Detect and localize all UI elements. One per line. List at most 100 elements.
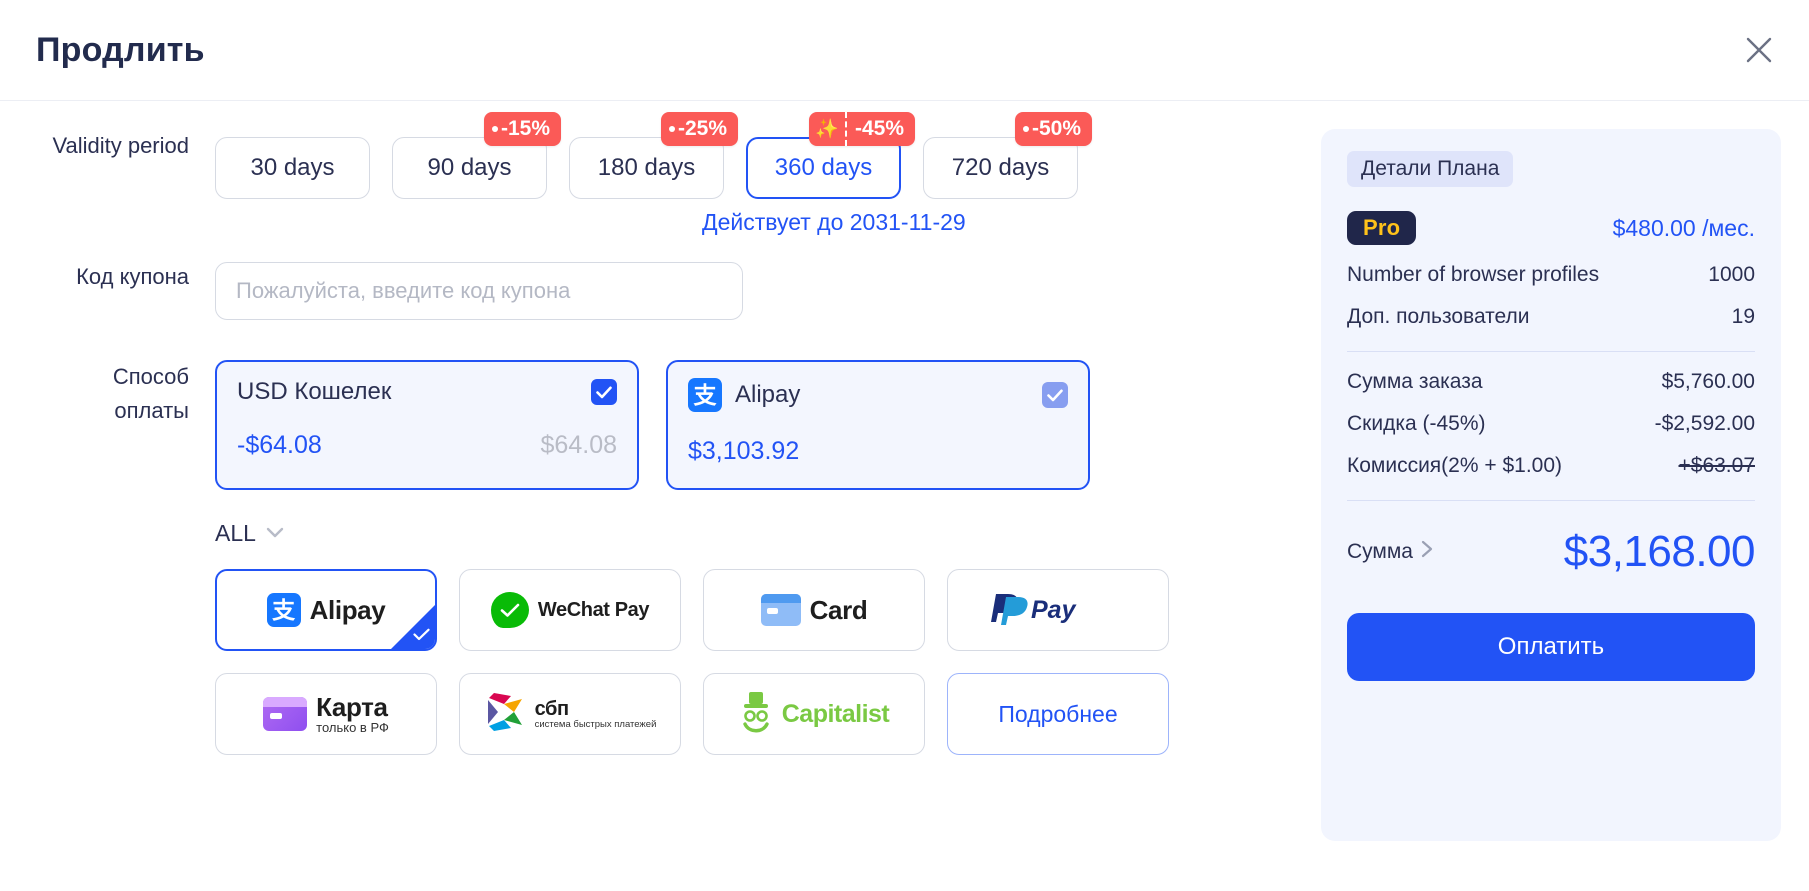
period-label: 360 days (774, 154, 873, 181)
discount-badge: ✨ -45% (808, 112, 915, 146)
plan-details-chip: Детали Плана (1347, 151, 1514, 187)
sbp-icon (484, 690, 526, 739)
payment-source-alipay[interactable]: 支 Alipay $3,103.92 (666, 360, 1090, 490)
payment-source-balance: $64.08 (540, 431, 617, 459)
chevron-down-icon (266, 525, 284, 543)
chevron-right-icon[interactable] (1421, 540, 1433, 564)
modal-body: Validity period 30 days 90 days -15% 180… (0, 101, 1809, 891)
provider-wechat-pay[interactable]: WeChat Pay (459, 569, 681, 651)
provider-karta[interactable]: Карта только в РФ (215, 673, 437, 755)
feature-row: Number of browser profiles 1000 (1347, 263, 1755, 287)
plan-badge: Pro (1347, 211, 1417, 245)
payment-method-label: Способ оплаты (0, 360, 215, 755)
period-option-360-days[interactable]: 360 days (746, 137, 901, 199)
payment-source-checkbox[interactable] (591, 379, 617, 405)
alipay-icon: 支 (266, 593, 301, 627)
plan-row: Pro $480.00 /мес. (1347, 211, 1755, 245)
page-title: Продлить (36, 30, 205, 69)
total-label: Сумма (1347, 540, 1413, 563)
provider-sublabel: только в РФ (316, 719, 389, 735)
summary-label: Комиссия(2% + $1.00) (1347, 454, 1563, 477)
period-option-wrapper: 30 days (215, 137, 370, 199)
payment-method-label-line2: оплаты (114, 398, 189, 423)
payment-source-title: USD Кошелек (237, 378, 392, 405)
alipay-icon: 支 (688, 378, 722, 412)
feature-label: Доп. пользователи (1347, 305, 1530, 328)
coupon-row: Код купона (0, 262, 1305, 320)
provider-more-button[interactable]: Подробнее (947, 673, 1169, 755)
provider-label: Alipay (309, 594, 386, 625)
provider-label: Capitalist (781, 699, 890, 728)
payment-source-checkbox[interactable] (1042, 382, 1068, 408)
total-row[interactable]: Сумма $3,168.00 (1347, 527, 1756, 577)
summary-line-discount: Скидка (-45%) -$2,592.00 (1347, 412, 1755, 436)
summary-line-order-total: Сумма заказа $5,760.00 (1347, 370, 1755, 394)
period-option-wrapper: 720 days -50% (923, 112, 1092, 199)
capitalist-icon (739, 689, 773, 740)
summary-label: Сумма заказа (1347, 370, 1483, 393)
plan-price: $480.00 /мес. (1612, 214, 1755, 241)
coupon-input[interactable] (215, 262, 743, 320)
check-icon (413, 628, 430, 646)
payment-method-row: Способ оплаты USD Кошелек -$64.08 $64.08… (0, 360, 1305, 755)
provider-label: Подробнее (998, 700, 1118, 727)
discount-badge-label: -45% (854, 117, 904, 140)
plan-summary-panel: Детали Плана Pro $480.00 /мес. Number of… (1321, 129, 1781, 841)
provider-paypal[interactable]: Pay x (947, 569, 1169, 651)
summary-value: $5,760.00 (1661, 370, 1755, 393)
total-value: $3,168.00 (1563, 527, 1756, 576)
payment-source-amount: $3,103.92 (688, 437, 800, 465)
summary-line-commission: Комиссия(2% + $1.00) +$63.07 (1347, 454, 1755, 478)
discount-badge: -50% (1014, 112, 1092, 146)
period-option-720-days[interactable]: 720 days (923, 137, 1078, 199)
period-label: 720 days (951, 154, 1050, 181)
pay-button[interactable]: Оплатить (1347, 613, 1755, 681)
provider-card[interactable]: Card (703, 569, 925, 651)
payment-source-usd-wallet[interactable]: USD Кошелек -$64.08 $64.08 (215, 360, 639, 490)
feature-value: 1000 (1708, 263, 1755, 286)
feature-value: 19 (1731, 305, 1755, 328)
form-column: Validity period 30 days 90 days -15% 180… (0, 101, 1305, 891)
provider-alipay[interactable]: 支 Alipay (215, 569, 437, 651)
divider (1347, 500, 1755, 501)
period-option-wrapper: 360 days ✨ -45% (746, 112, 915, 199)
payment-source-amount: -$64.08 (237, 431, 322, 459)
close-icon[interactable] (1739, 30, 1779, 70)
period-option-90-days[interactable]: 90 days (392, 137, 547, 199)
coupon-label: Код купона (76, 264, 189, 289)
provider-label: WeChat Pay (537, 598, 650, 621)
renew-modal: Продлить Validity period 30 days 90 days… (0, 0, 1809, 891)
payment-source-cards: USD Кошелек -$64.08 $64.08 支 Alipay $3,1… (215, 360, 1305, 490)
period-label: 90 days (427, 154, 512, 181)
validity-until-note: Действует до 2031-11-29 (702, 209, 966, 235)
payment-method-label-line1: Способ (112, 364, 189, 389)
discount-badge: -25% (660, 112, 738, 146)
period-label: 30 days (250, 154, 335, 181)
period-option-wrapper: 180 days -25% (569, 112, 738, 199)
feature-label: Number of browser profiles (1347, 263, 1600, 286)
period-option-180-days[interactable]: 180 days (569, 137, 724, 199)
payment-source-title: Alipay (735, 381, 801, 408)
provider-filter-label: ALL (215, 520, 256, 546)
provider-label: сбп (534, 697, 569, 720)
credit-card-icon (760, 594, 801, 626)
validity-period-label: Validity period (52, 133, 189, 158)
sparkle-icon: ✨ (809, 112, 847, 146)
feature-row: Доп. пользователи 19 (1347, 305, 1755, 329)
paypal-icon: Pay x (983, 588, 1133, 633)
validity-period-row: Validity period 30 days 90 days -15% 180… (0, 112, 1305, 236)
provider-label: Card (809, 594, 868, 625)
summary-column: Детали Плана Pro $480.00 /мес. Number of… (1305, 101, 1809, 891)
provider-sbp[interactable]: сбп система быстрых платежей (459, 673, 681, 755)
provider-label: Карта (316, 691, 388, 722)
discount-badge: -15% (483, 112, 561, 146)
period-option-30-days[interactable]: 30 days (215, 137, 370, 199)
period-label: 180 days (597, 154, 696, 181)
provider-capitalist[interactable]: Capitalist (703, 673, 925, 755)
card-ru-icon (263, 697, 308, 731)
summary-value: +$63.07 (1678, 454, 1756, 477)
modal-header: Продлить (0, 0, 1809, 101)
provider-filter-all[interactable]: ALL (215, 520, 1305, 547)
summary-value: -$2,592.00 (1654, 412, 1755, 435)
period-option-wrapper: 90 days -15% (392, 112, 561, 199)
